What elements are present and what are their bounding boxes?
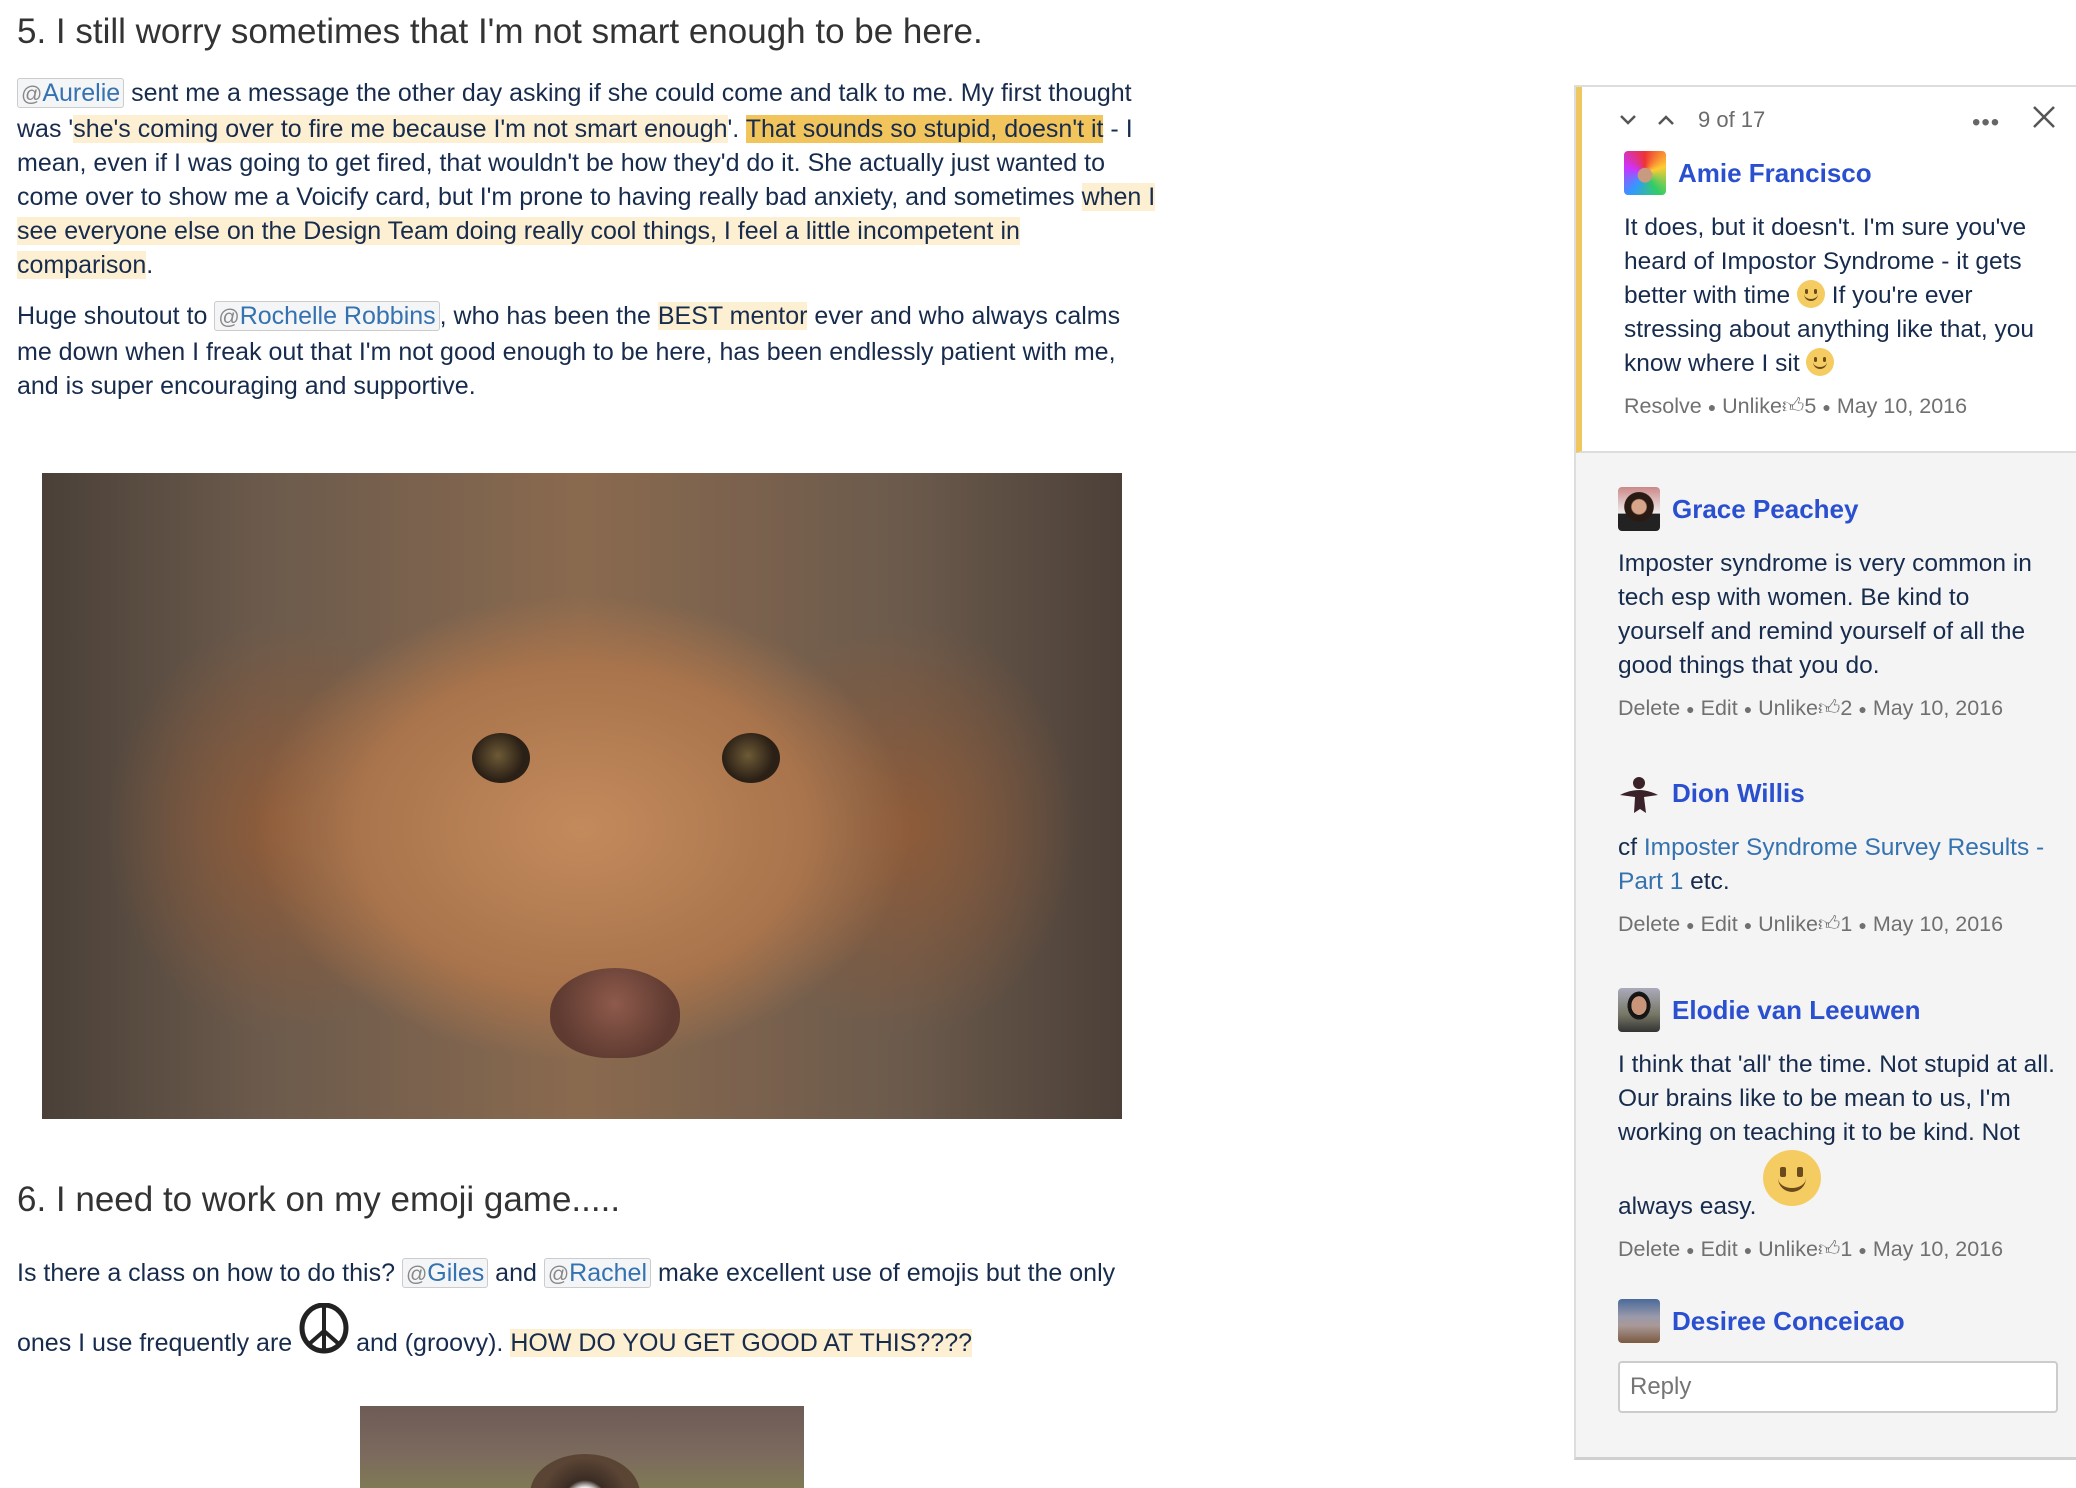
avatar[interactable] [1624, 151, 1666, 195]
comment-date[interactable]: May 10, 2016 [1873, 696, 2003, 720]
section-heading-5: 5. I still worry sometimes that I'm not … [17, 12, 983, 51]
mention-rochelle-robbins[interactable]: @Rochelle Robbins [214, 301, 440, 331]
resolve-button[interactable]: Resolve [1624, 394, 1702, 418]
section-heading-6: 6. I need to work on my emoji game..... [17, 1180, 621, 1219]
author-name[interactable]: Amie Francisco [1678, 158, 1872, 189]
comment-actions: Delete ● Edit ● Unlike👍︎1 ● May 10, 2016 [1618, 1237, 2004, 1261]
author-name[interactable]: Dion Willis [1672, 778, 1805, 809]
comment: Amie Francisco It does, but it doesn't. … [1624, 151, 2064, 419]
author-name[interactable]: Elodie van Leeuwen [1672, 995, 1921, 1026]
comment: Dion Willis cf Imposter Syndrome Survey … [1618, 771, 2058, 937]
active-comment: 9 of 17 ••• Amie Francisco It does, but … [1576, 87, 2076, 453]
reply-author: Desiree Conceicao [1618, 1299, 2058, 1343]
thumbs-up-icon: 👍︎ [1817, 912, 1841, 936]
unlike-button[interactable]: Unlike [1722, 394, 1782, 418]
paragraph-2: Huge shoutout to @Rochelle Robbins, who … [17, 301, 1121, 400]
comment-date[interactable]: May 10, 2016 [1873, 1237, 2003, 1261]
comment-date[interactable]: May 10, 2016 [1837, 394, 1967, 418]
delete-button[interactable]: Delete [1618, 696, 1680, 720]
comment-actions: Delete ● Edit ● Unlike👍︎1 ● May 10, 2016 [1618, 912, 2004, 936]
more-options-icon[interactable]: ••• [1972, 109, 2000, 137]
comment: Elodie van Leeuwen I think that 'all' th… [1618, 988, 2058, 1262]
comment-body: It does, but it doesn't. I'm sure you've… [1624, 214, 2034, 377]
like-count: 1 [1840, 912, 1853, 936]
comment-author: Elodie van Leeuwen [1618, 988, 2058, 1032]
dog-head [530, 1454, 640, 1488]
inline-comment-highlight[interactable]: HOW DO YOU GET GOOD AT THIS???? [510, 1329, 973, 1357]
thumbs-up-icon: 👍︎ [1817, 1237, 1841, 1261]
paragraph-1: @Aurelie sent me a message the other day… [17, 78, 1156, 279]
unlike-button[interactable]: Unlike [1758, 696, 1818, 720]
unlike-button[interactable]: Unlike [1758, 1237, 1818, 1261]
peace-sign-emoji-icon [299, 1302, 349, 1354]
comment-body: I think that 'all' the time. Not stupid … [1618, 1051, 2055, 1220]
puppy-eye [722, 733, 780, 783]
comment-actions: Resolve ● Unlike👍︎5 ● May 10, 2016 [1624, 394, 1968, 418]
mention-rachel[interactable]: @Rachel [543, 1258, 651, 1288]
comment-counter: 9 of 17 [1698, 107, 1766, 132]
close-icon[interactable] [2032, 105, 2056, 129]
smile-emoji-icon [1763, 1150, 1822, 1206]
author-name[interactable]: Grace Peachey [1672, 494, 1858, 525]
page-link[interactable]: Imposter Syndrome Survey Results - Part … [1618, 834, 2044, 895]
reply-input[interactable] [1618, 1361, 2058, 1413]
edit-button[interactable]: Edit [1701, 912, 1738, 936]
inline-comment-highlight[interactable]: she's coming over to fire me because I'm… [73, 115, 728, 143]
like-count: 5 [1804, 394, 1817, 418]
comment: Grace Peachey Imposter syndrome is very … [1618, 487, 2058, 721]
inline-comment-highlight[interactable]: BEST mentor [657, 302, 808, 330]
avatar[interactable] [1618, 487, 1660, 531]
edit-button[interactable]: Edit [1701, 696, 1738, 720]
like-count: 2 [1840, 696, 1853, 720]
comment-navigation: 9 of 17 [1618, 107, 1765, 133]
comment-author: Grace Peachey [1618, 487, 2058, 531]
unlike-button[interactable]: Unlike [1758, 912, 1818, 936]
thumbs-up-icon: 👍︎ [1817, 696, 1841, 720]
inline-comments-panel: 9 of 17 ••• Amie Francisco It does, but … [1574, 85, 2076, 1460]
puppy-nose [550, 968, 680, 1058]
chevron-up-icon[interactable] [1656, 113, 1676, 127]
puppy-image [42, 473, 1122, 1119]
paragraph-3: Is there a class on how to do this? @Gil… [17, 1258, 1116, 1357]
avatar[interactable] [1618, 1299, 1660, 1343]
like-count: 1 [1840, 1237, 1853, 1261]
comment-body: cf Imposter Syndrome Survey Results - Pa… [1618, 834, 2045, 895]
active-comment-highlight[interactable]: That sounds so stupid, doesn't it [745, 115, 1104, 143]
delete-button[interactable]: Delete [1618, 1237, 1680, 1261]
edit-button[interactable]: Edit [1701, 1237, 1738, 1261]
avatar[interactable] [1618, 771, 1660, 815]
mention-giles[interactable]: @Giles [401, 1258, 489, 1288]
comment-date[interactable]: May 10, 2016 [1873, 912, 2003, 936]
dog-image [360, 1406, 804, 1488]
smile-emoji-icon [1806, 348, 1835, 376]
comment-author: Dion Willis [1618, 771, 2058, 815]
comment-actions: Delete ● Edit ● Unlike👍︎2 ● May 10, 2016 [1618, 696, 2004, 720]
comment-author: Amie Francisco [1624, 151, 2064, 195]
mention-aurelie[interactable]: @Aurelie [17, 78, 125, 108]
chevron-down-icon[interactable] [1618, 113, 1638, 127]
comment-body: Imposter syndrome is very common in tech… [1618, 550, 2032, 679]
delete-button[interactable]: Delete [1618, 912, 1680, 936]
author-name[interactable]: Desiree Conceicao [1672, 1306, 1905, 1337]
avatar[interactable] [1618, 988, 1660, 1032]
smile-emoji-icon [1796, 280, 1825, 308]
puppy-eye [472, 733, 530, 783]
thumbs-up-icon: 👍︎ [1781, 394, 1805, 418]
